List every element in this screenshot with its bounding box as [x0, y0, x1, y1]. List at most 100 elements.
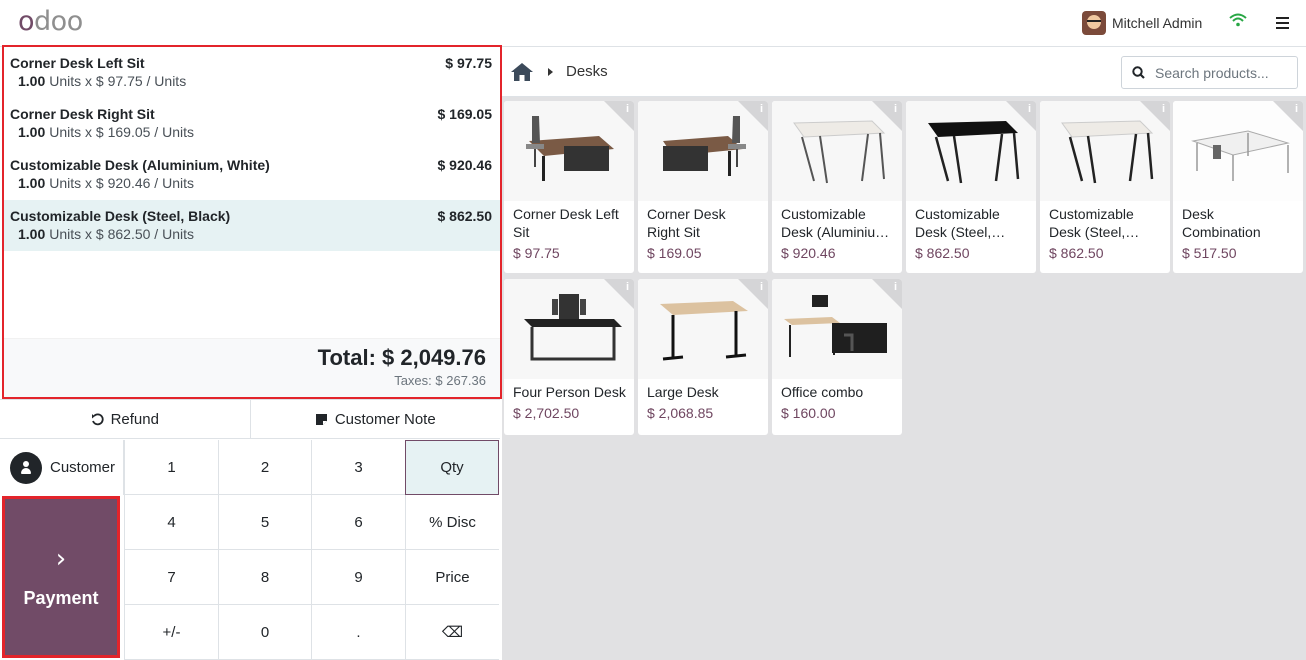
product-card[interactable]: i Customizable Desk (Steel,… $ 862.50 [906, 101, 1036, 273]
numpad-key-4[interactable]: 4 [124, 495, 218, 550]
info-corner[interactable] [1273, 101, 1303, 131]
info-corner[interactable] [738, 101, 768, 131]
order-line-qty: 1.00 [18, 124, 46, 140]
order-line[interactable]: Corner Desk Left Sit $ 97.75 1.00 Units x… [4, 47, 500, 98]
customer-label: Customer [50, 459, 116, 476]
info-corner[interactable] [738, 279, 768, 309]
order-taxes: Taxes: $ 267.36 [394, 373, 486, 388]
price-mode-button[interactable]: Price [405, 550, 499, 605]
product-name: Corner Desk Right Sit [647, 206, 726, 240]
payment-label: Payment [23, 587, 99, 608]
product-card[interactable]: i Corner Desk Right Sit $ 169.05 [638, 101, 768, 273]
product-card[interactable]: i Four Person Desk $ 2,702.50 [504, 279, 634, 435]
user-name: Mitchell Admin [1112, 15, 1203, 31]
product-card[interactable]: i Large Desk $ 2,068.85 [638, 279, 768, 435]
order-actions: Refund Customer Note [0, 399, 500, 439]
undo-icon [91, 412, 104, 425]
info-corner[interactable] [872, 101, 902, 131]
numpad-key-8[interactable]: 8 [218, 550, 311, 605]
product-name: Office combo [781, 384, 864, 400]
info-icon[interactable]: i [894, 103, 897, 115]
category-bar: Desks [502, 47, 1306, 97]
order-line-name: Customizable Desk (Steel, Black) [10, 208, 231, 224]
order-line-unit-info: Units x $ 97.75 / Units [49, 73, 187, 89]
info-corner[interactable] [604, 101, 634, 131]
info-corner[interactable] [604, 279, 634, 309]
order-line-price: $ 862.50 [437, 208, 493, 224]
order-line-selected[interactable]: Customizable Desk (Steel, Black) $ 862.5… [4, 200, 500, 251]
breadcrumb-desks[interactable]: Desks [566, 63, 608, 80]
numpad: 1 2 3 Qty 4 5 6 % Disc 7 8 9 Price +/- 0… [124, 440, 499, 660]
numpad-key-0[interactable]: 0 [218, 605, 311, 660]
home-icon[interactable] [510, 62, 534, 82]
order-line-qty: 1.00 [18, 175, 46, 191]
product-price: $ 169.05 [647, 245, 702, 261]
info-icon[interactable]: i [626, 103, 629, 115]
order-line[interactable]: Corner Desk Right Sit $ 169.05 1.00 Units… [4, 98, 500, 149]
customer-button[interactable]: Customer [0, 440, 124, 495]
payment-button[interactable]: › Payment [2, 496, 120, 658]
numpad-key-1[interactable]: 1 [124, 440, 218, 495]
order-line-name: Corner Desk Left Sit [10, 55, 145, 71]
numpad-key-2[interactable]: 2 [218, 440, 311, 495]
numpad-key-6[interactable]: 6 [311, 495, 405, 550]
order-line[interactable]: Customizable Desk (Aluminium, White) $ 9… [4, 149, 500, 200]
search-input[interactable] [1155, 64, 1285, 81]
info-corner[interactable] [1140, 101, 1170, 131]
sticky-note-icon [315, 413, 327, 425]
order-line-name: Customizable Desk (Aluminium, White) [10, 157, 270, 173]
odoo-logo: odoo [18, 6, 83, 37]
order-line-qty: 1.00 [18, 226, 46, 242]
user-icon [10, 451, 42, 484]
order-line-detail: 1.00 Units x $ 862.50 / Units [10, 226, 500, 242]
product-card[interactable]: i Office combo $ 160.00 [772, 279, 902, 435]
product-price: $ 920.46 [781, 245, 836, 261]
breadcrumb-caret-icon [548, 68, 553, 76]
product-name: Customizable Desk (Steel,… [1049, 206, 1140, 240]
product-card[interactable]: i Desk Combination $ 517.50 [1173, 101, 1303, 273]
order-line-price: $ 169.05 [437, 106, 493, 122]
customer-note-button[interactable]: Customer Note [249, 400, 500, 438]
order-line-unit-info: Units x $ 920.46 / Units [49, 175, 194, 191]
product-card[interactable]: i Customizable Desk (Steel,… $ 862.50 [1040, 101, 1170, 273]
search-box[interactable] [1121, 56, 1298, 89]
product-price: $ 517.50 [1182, 245, 1237, 261]
order-line-detail: 1.00 Units x $ 169.05 / Units [10, 124, 500, 140]
sign-toggle-button[interactable]: +/- [124, 605, 218, 660]
order-total: Total: $ 2,049.76 [317, 345, 486, 370]
refund-label: Refund [110, 410, 159, 428]
hamburger-menu-icon[interactable] [1276, 17, 1289, 29]
info-icon[interactable]: i [626, 281, 629, 293]
wifi-icon[interactable] [1229, 13, 1247, 27]
product-price: $ 97.75 [513, 245, 560, 261]
info-corner[interactable] [872, 279, 902, 309]
info-icon[interactable]: i [760, 281, 763, 293]
product-name: Large Desk [647, 384, 719, 400]
info-icon[interactable]: i [894, 281, 897, 293]
product-name: Customizable Desk (Steel,… [915, 206, 1006, 240]
product-price: $ 160.00 [781, 405, 836, 421]
numpad-key-5[interactable]: 5 [218, 495, 311, 550]
chevron-right-icon: › [55, 543, 67, 574]
numpad-key-3[interactable]: 3 [311, 440, 405, 495]
info-icon[interactable]: i [760, 103, 763, 115]
order-line-qty: 1.00 [18, 73, 46, 89]
info-icon[interactable]: i [1295, 103, 1298, 115]
info-icon[interactable]: i [1162, 103, 1165, 115]
product-card[interactable]: i Customizable Desk (Aluminiu… $ 920.46 [772, 101, 902, 273]
info-icon[interactable]: i [1028, 103, 1031, 115]
numpad-key-7[interactable]: 7 [124, 550, 218, 605]
backspace-key[interactable]: ⌫ [405, 605, 499, 660]
order-line-name: Corner Desk Right Sit [10, 106, 155, 122]
decimal-key[interactable]: . [311, 605, 405, 660]
product-price: $ 2,702.50 [513, 405, 580, 421]
qty-mode-button[interactable]: Qty [405, 440, 499, 495]
product-card[interactable]: i Corner Desk Left Sit $ 97.75 [504, 101, 634, 273]
refund-button[interactable]: Refund [0, 400, 250, 438]
user-menu[interactable]: Mitchell Admin [1082, 11, 1202, 35]
numpad-key-9[interactable]: 9 [311, 550, 405, 605]
order-line-unit-info: Units x $ 862.50 / Units [49, 226, 194, 242]
discount-mode-button[interactable]: % Disc [405, 495, 499, 550]
order-line-detail: 1.00 Units x $ 97.75 / Units [10, 73, 500, 89]
info-corner[interactable] [1006, 101, 1036, 131]
